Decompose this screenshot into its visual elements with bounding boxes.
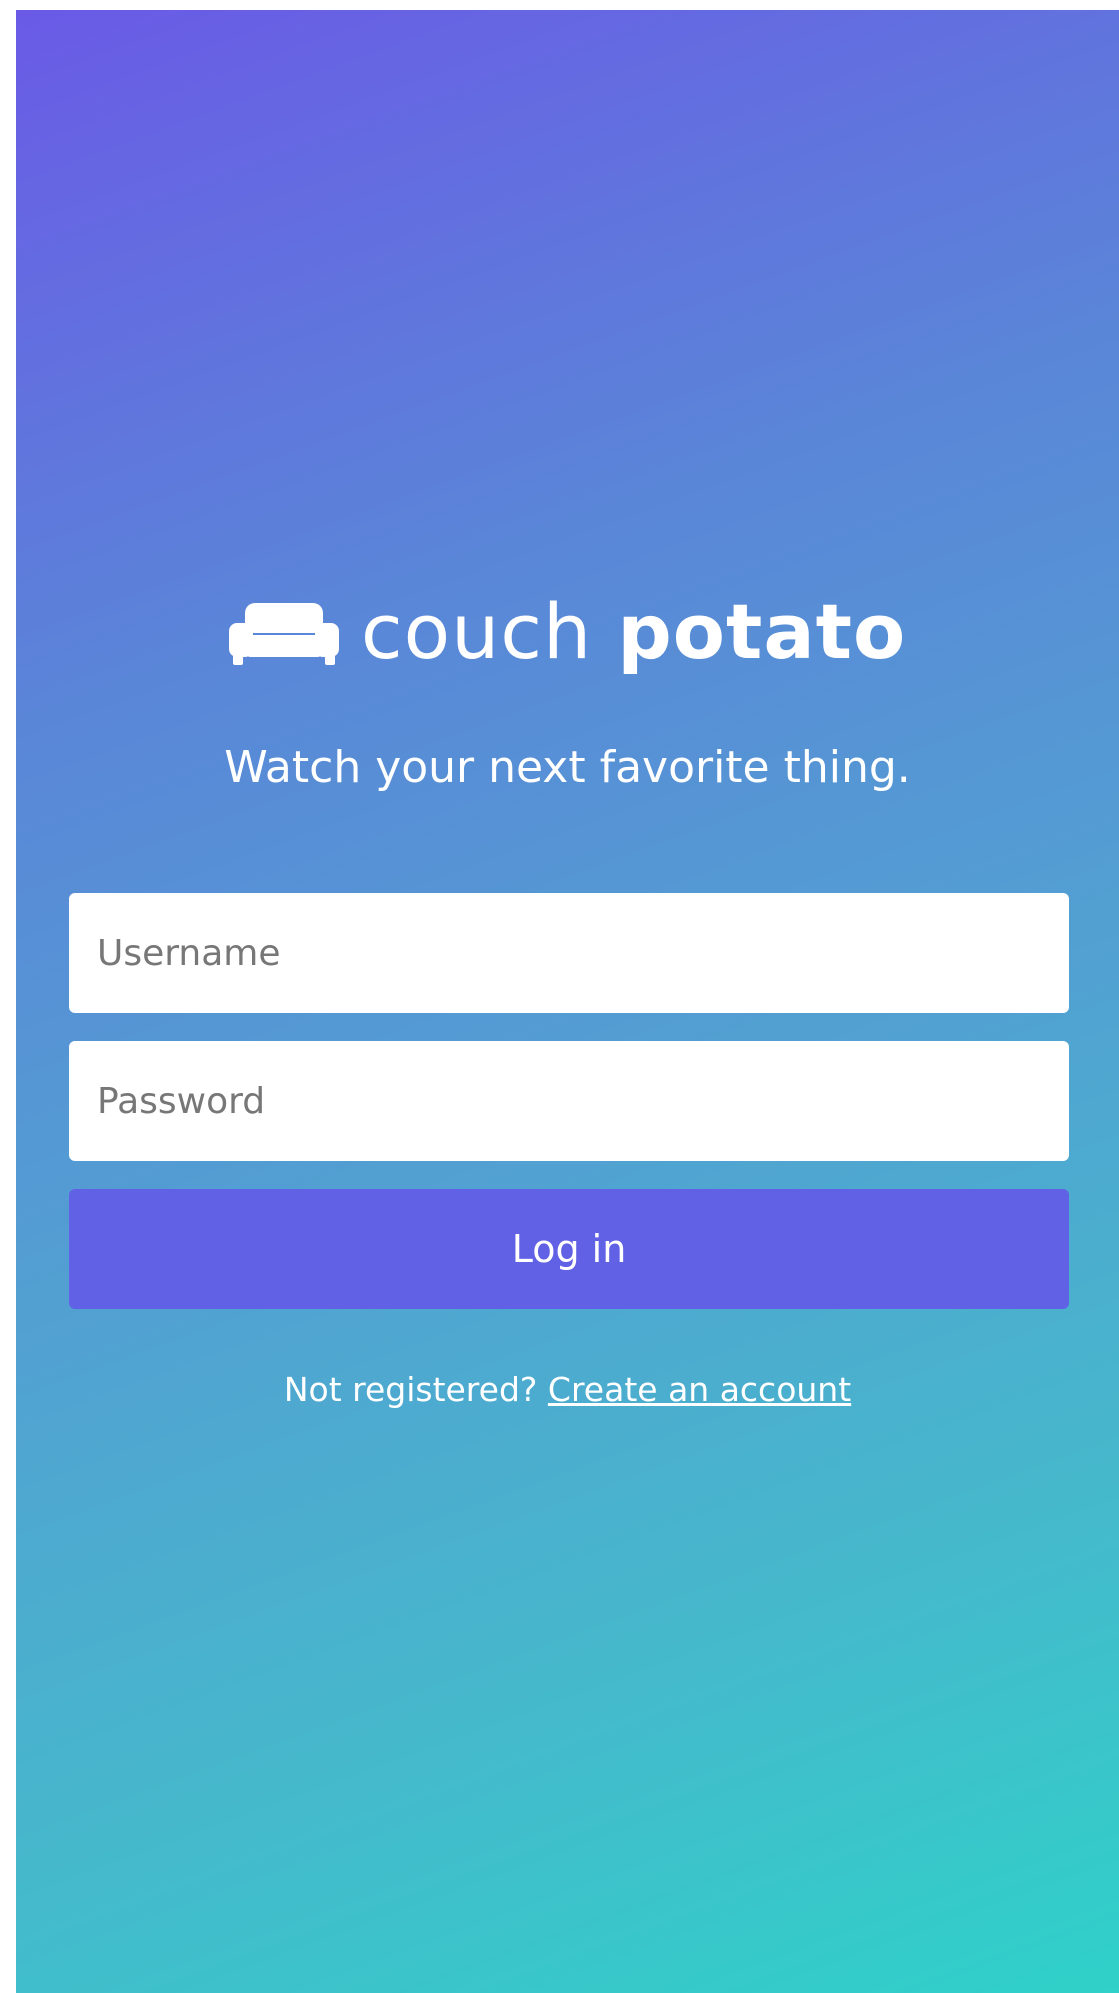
- couch-icon: [228, 603, 339, 665]
- brand-name: couch potato: [361, 582, 906, 682]
- brand-name-bold: potato: [617, 587, 907, 676]
- tagline: Watch your next favorite thing.: [224, 742, 911, 793]
- register-prompt-text: Not registered?: [283, 1370, 538, 1409]
- login-button[interactable]: Log in: [69, 1189, 1069, 1309]
- username-input[interactable]: [69, 893, 1069, 1013]
- register-prompt: Not registered? Create an account: [16, 1365, 1119, 1415]
- create-account-link[interactable]: Create an account: [548, 1370, 851, 1409]
- brand-logo: couch potato: [16, 582, 1119, 682]
- password-input[interactable]: [69, 1041, 1069, 1161]
- login-screen: couch potato Watch your next favorite th…: [16, 10, 1119, 1993]
- brand-name-light: couch: [360, 587, 593, 676]
